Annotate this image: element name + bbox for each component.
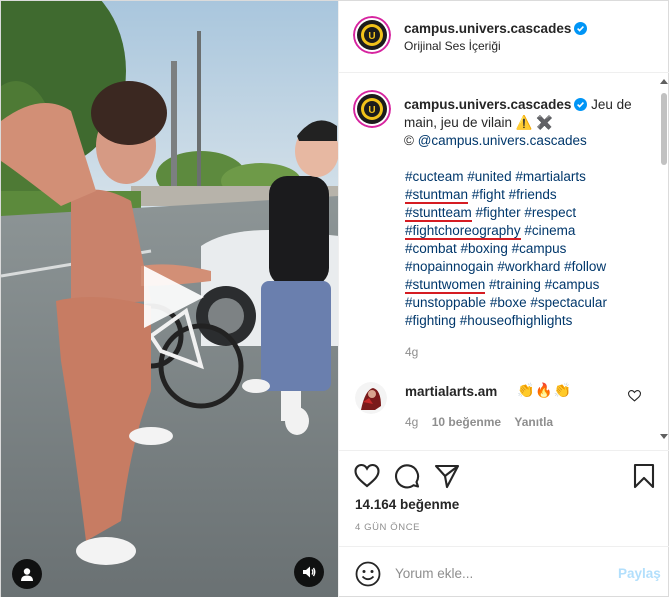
caption-username[interactable]: campus.univers.cascades [404,97,571,112]
comments-section: U campus.univers.cascades Jeu de main, j… [338,73,669,451]
hashtag-link[interactable]: #fighting [405,313,456,328]
hashtag-link[interactable]: #fight [472,187,505,202]
hashtag-link[interactable]: #unstoppable [405,295,486,310]
hashtag-link[interactable]: #united [467,169,511,184]
hashtag-link[interactable]: #stuntteam [404,205,472,222]
commenter-avatar[interactable] [354,382,387,414]
hashtag-link[interactable]: #spectacular [530,295,607,310]
hashtag-link[interactable]: #workhard [497,259,560,274]
account-username-text[interactable]: campus.univers.cascades [404,21,571,36]
like-count[interactable]: 14.164 beğenme [355,497,459,512]
post-header: U campus.univers.cascades Orijinal Ses İ… [338,1,669,73]
post-timestamp[interactable]: 4 GÜN ÖNCE [355,522,420,533]
hashtag-link[interactable]: #stuntman [404,187,469,204]
scroll-up-arrow[interactable] [659,79,668,84]
sound-icon-glyph [303,566,316,578]
hashtag-link[interactable]: #cinema [524,223,575,238]
comment-reply-button[interactable]: Yanıtla [514,415,553,429]
svg-text:U: U [368,31,375,42]
hashtag-link[interactable]: #martialarts [515,169,586,184]
post-side-panel: U campus.univers.cascades Orijinal Ses İ… [337,1,669,597]
comment-likes-link[interactable]: 10 beğenme [432,415,501,429]
play-icon[interactable] [140,264,206,330]
hashtag-link[interactable]: #nopainnogain [405,259,494,274]
comment-meta: 4g 10 beğenme Yanıtla [405,415,563,429]
hashtag-link[interactable]: #campus [545,277,600,292]
hashtag-link[interactable]: #campus [512,241,567,256]
comment-text: 👏🔥👏 [516,382,573,398]
hashtag-link[interactable]: #friends [509,187,557,202]
comment-icon[interactable] [394,463,420,489]
share-icon[interactable] [434,463,460,489]
sound-icon[interactable] [294,557,324,587]
user-tag-icon[interactable] [12,559,42,589]
comment-heart-icon[interactable] [627,390,641,402]
hashtag-link[interactable]: #follow [564,259,606,274]
comment-form: Paylaş [338,546,669,597]
comment-timestamp[interactable]: 4g [405,415,418,429]
post-container: U campus.univers.cascades Orijinal Ses İ… [0,0,669,597]
hashtag-link[interactable]: #stuntwomen [404,277,486,294]
hashtag-list: #cucteam #united #martialarts #stuntman … [404,168,645,330]
caption-timestamp[interactable]: 4g [405,345,418,359]
user-tag-icon-glyph [21,568,33,581]
caption-copyright: © [403,133,418,148]
account-username[interactable]: campus.univers.cascades [404,21,588,36]
hashtag-link[interactable]: #fighter [476,205,521,220]
verified-icon [574,98,588,111]
hashtag-link[interactable]: #training [489,277,541,292]
hashtag-link[interactable]: #houseofhighlights [460,313,573,328]
hashtag-link[interactable]: #respect [524,205,576,220]
post-caption: campus.univers.cascades Jeu de main, jeu… [404,96,654,150]
post-video[interactable] [1,1,338,597]
verified-icon [574,22,588,35]
comments-scrollbar[interactable] [660,93,667,165]
caption-avatar[interactable]: U [352,90,391,128]
svg-text:U: U [368,105,375,116]
hashtag-link[interactable]: #boxing [461,241,508,256]
audio-label[interactable]: Orijinal Ses İçeriği [404,39,501,53]
hashtag-link[interactable]: #boxe [490,295,527,310]
caption-mention-link[interactable]: @campus.univers.cascades [418,133,587,148]
emoji-icon[interactable] [355,561,381,587]
bookmark-icon[interactable] [631,463,657,489]
account-avatar[interactable]: U [352,16,391,54]
post-comment-button[interactable]: Paylaş [618,566,661,581]
comment-username[interactable]: martialarts.am [405,384,497,399]
scroll-down-arrow[interactable] [659,434,668,439]
hashtag-link[interactable]: #fightchoreography [404,223,521,240]
hashtag-link[interactable]: #combat [405,241,457,256]
heart-icon[interactable] [354,463,380,489]
hashtag-link[interactable]: #cucteam [405,169,464,184]
comment-input[interactable] [394,561,607,585]
